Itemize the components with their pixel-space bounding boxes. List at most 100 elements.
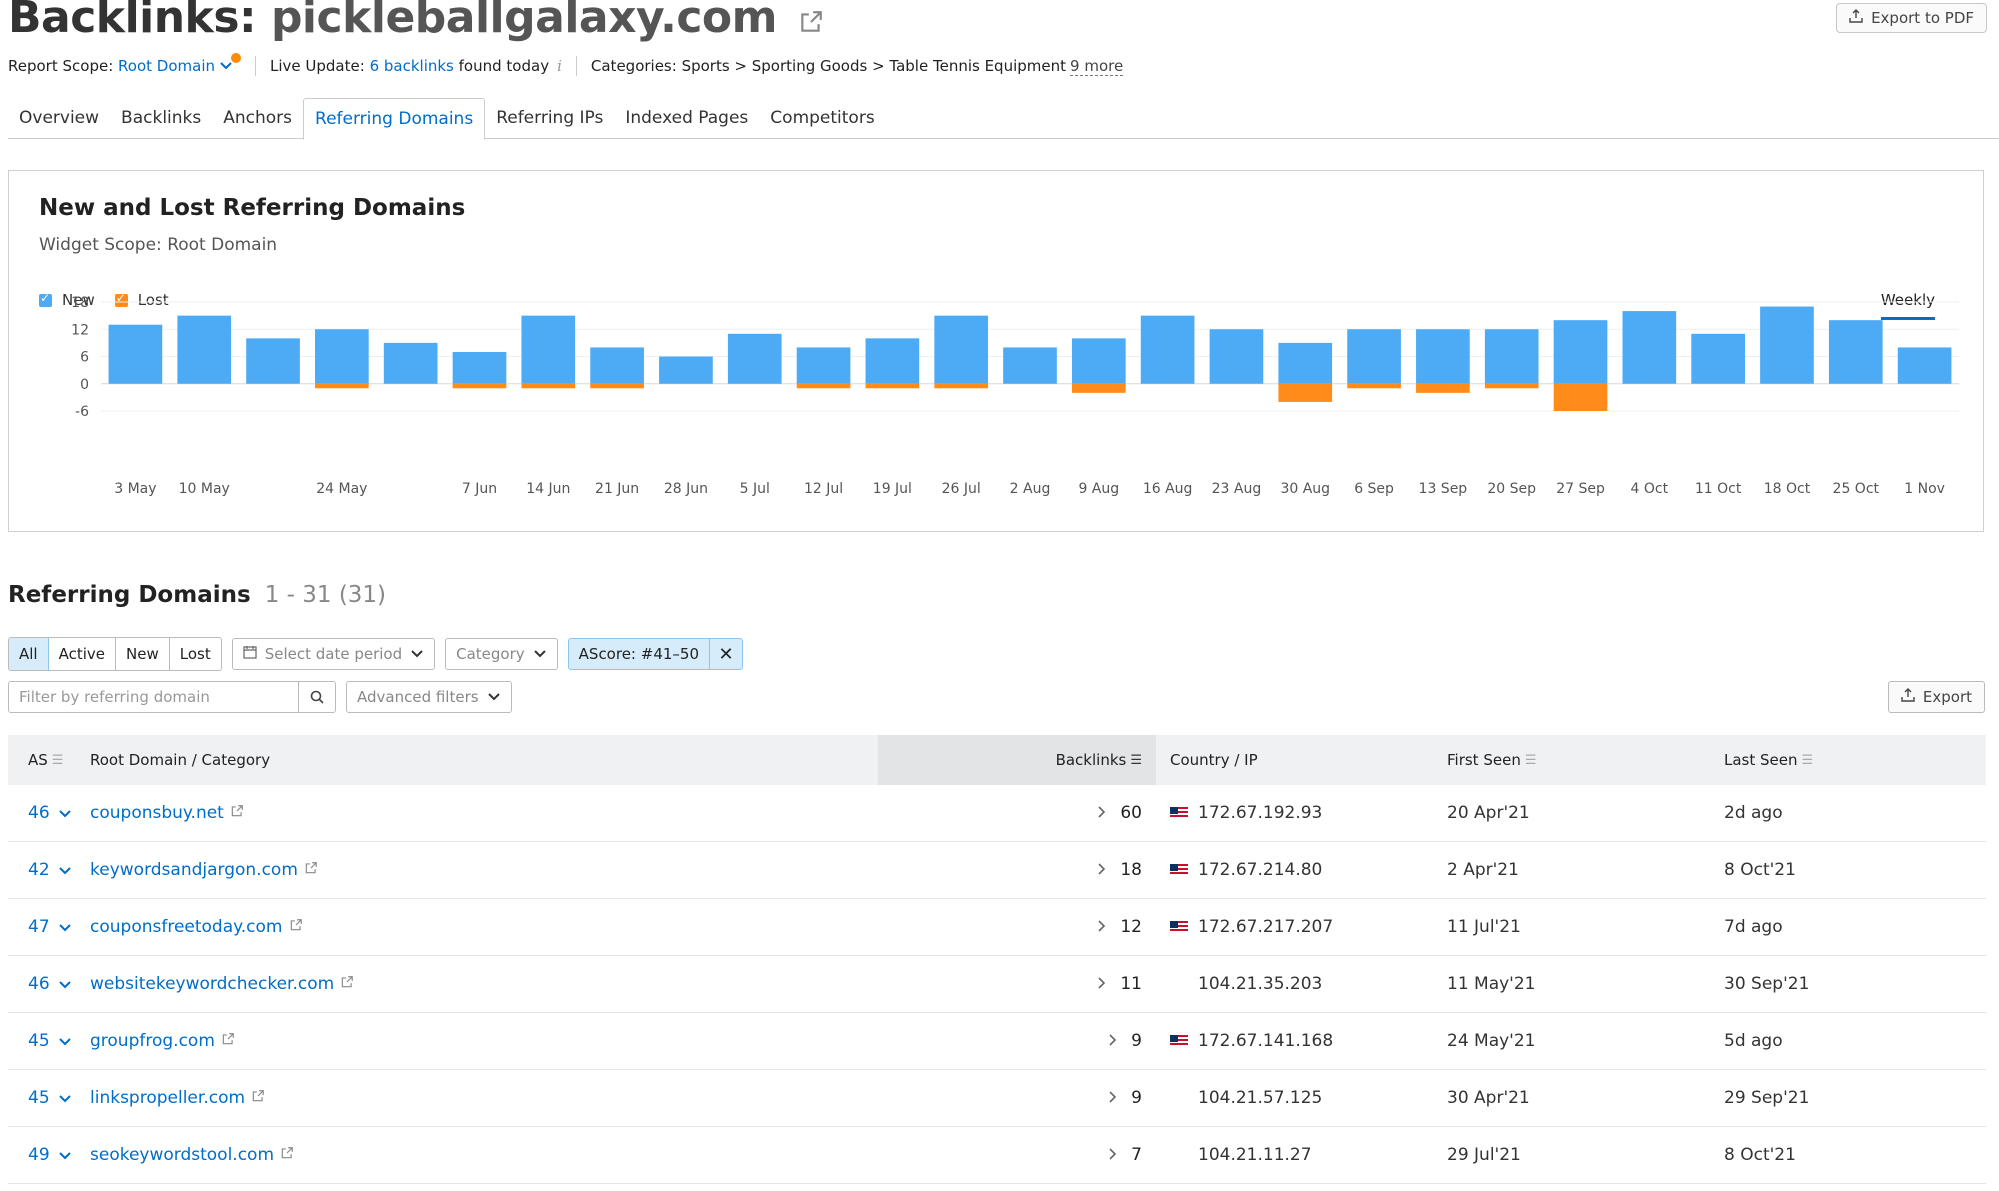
tab-referring-domains[interactable]: Referring Domains: [303, 98, 486, 140]
bar-new[interactable]: [315, 329, 369, 384]
bar-new[interactable]: [1760, 306, 1814, 384]
chevron-down-icon[interactable]: [56, 807, 72, 821]
category-dropdown[interactable]: Category: [445, 638, 558, 670]
bar-new[interactable]: [1347, 329, 1401, 384]
bar-lost[interactable]: [865, 383, 920, 389]
chevron-down-icon[interactable]: [56, 1035, 72, 1049]
info-icon[interactable]: i: [557, 57, 562, 75]
bar-new[interactable]: [727, 333, 782, 384]
bar-new[interactable]: [383, 342, 438, 384]
authority-score[interactable]: 47: [8, 917, 78, 937]
domain-link[interactable]: websitekeywordchecker.com: [90, 974, 334, 994]
sort-icon[interactable]: ☰: [1130, 753, 1142, 768]
chevron-down-icon[interactable]: [56, 921, 72, 935]
bar-new[interactable]: [177, 315, 232, 384]
external-link-icon[interactable]: [221, 1031, 235, 1051]
bar-lost[interactable]: [315, 383, 369, 389]
bar-new[interactable]: [108, 324, 163, 384]
target-domain[interactable]: pickleballgalaxy.com: [271, 0, 778, 43]
chevron-down-icon[interactable]: [56, 864, 72, 878]
column-first-seen[interactable]: First Seen ☰: [1433, 735, 1710, 785]
external-link-icon[interactable]: [289, 917, 303, 937]
bar-lost[interactable]: [590, 383, 644, 389]
bar-lost[interactable]: [521, 383, 576, 389]
report-scope-dropdown[interactable]: Root Domain: [118, 57, 215, 75]
chevron-right-icon[interactable]: [1098, 804, 1106, 822]
bar-new[interactable]: [1897, 347, 1952, 384]
bar-new[interactable]: [1140, 315, 1195, 384]
domain-filter-input[interactable]: Filter by referring domain: [8, 681, 336, 713]
authority-score[interactable]: 45: [8, 1088, 78, 1108]
authority-score[interactable]: 49: [8, 1145, 78, 1165]
chevron-right-icon[interactable]: [1109, 1089, 1117, 1107]
bar-lost[interactable]: [1278, 383, 1333, 402]
external-link-icon[interactable]: [340, 974, 354, 994]
tab-competitors[interactable]: Competitors: [759, 98, 885, 138]
filter-all-button[interactable]: All: [9, 638, 49, 670]
search-icon[interactable]: [298, 682, 335, 712]
column-last-seen[interactable]: Last Seen ☰: [1710, 735, 1986, 785]
bar-lost[interactable]: [1416, 383, 1470, 393]
external-link-icon[interactable]: [251, 1088, 265, 1108]
bar-new[interactable]: [590, 347, 644, 384]
external-link-icon[interactable]: [798, 0, 824, 46]
close-icon[interactable]: ✕: [710, 644, 742, 665]
bar-new[interactable]: [865, 338, 920, 384]
sort-icon[interactable]: ☰: [52, 753, 64, 768]
date-period-dropdown[interactable]: Select date period: [231, 638, 436, 670]
tab-overview[interactable]: Overview: [8, 98, 110, 138]
sort-icon[interactable]: ☰: [1525, 753, 1537, 768]
authority-score[interactable]: 46: [8, 974, 78, 994]
bar-new[interactable]: [796, 347, 851, 384]
sort-icon[interactable]: ☰: [1802, 753, 1814, 768]
domain-link[interactable]: groupfrog.com: [90, 1031, 215, 1051]
backlinks-cell[interactable]: 9: [878, 1031, 1156, 1051]
bar-lost[interactable]: [1071, 383, 1126, 393]
bar-new[interactable]: [1484, 329, 1539, 384]
bar-new[interactable]: [521, 315, 576, 384]
bar-lost[interactable]: [452, 383, 507, 389]
domain-link[interactable]: couponsbuy.net: [90, 803, 224, 823]
backlinks-cell[interactable]: 9: [878, 1088, 1156, 1108]
tab-referring-ips[interactable]: Referring IPs: [485, 98, 614, 138]
advanced-filters-dropdown[interactable]: Advanced filters: [346, 681, 512, 713]
bar-lost[interactable]: [934, 383, 989, 389]
backlinks-cell[interactable]: 18: [878, 860, 1156, 880]
tab-backlinks[interactable]: Backlinks: [110, 98, 212, 138]
ascore-filter-chip[interactable]: AScore: #41–50 ✕: [567, 638, 743, 670]
external-link-icon[interactable]: [304, 860, 318, 880]
domain-link[interactable]: linkspropeller.com: [90, 1088, 245, 1108]
tab-indexed-pages[interactable]: Indexed Pages: [614, 98, 759, 138]
domain-link[interactable]: couponsfreetoday.com: [90, 917, 283, 937]
bar-new[interactable]: [659, 356, 713, 384]
backlinks-cell[interactable]: 11: [878, 974, 1156, 994]
filter-new-button[interactable]: New: [116, 638, 170, 670]
bar-new[interactable]: [1691, 333, 1745, 384]
chevron-right-icon[interactable]: [1098, 861, 1106, 879]
bar-new[interactable]: [1553, 320, 1608, 384]
chevron-down-icon[interactable]: [56, 978, 72, 992]
domain-link[interactable]: keywordsandjargon.com: [90, 860, 298, 880]
bar-new[interactable]: [934, 315, 989, 384]
filter-lost-button[interactable]: Lost: [170, 638, 221, 670]
filter-active-button[interactable]: Active: [49, 638, 117, 670]
external-link-icon[interactable]: [280, 1145, 294, 1165]
export-pdf-button[interactable]: Export to PDF: [1836, 3, 1987, 33]
domain-link[interactable]: seokeywordstool.com: [90, 1145, 274, 1165]
categories-more-link[interactable]: 9 more: [1070, 57, 1124, 76]
chevron-down-icon[interactable]: [56, 1149, 72, 1163]
bar-lost[interactable]: [1484, 383, 1539, 389]
chevron-down-icon[interactable]: [56, 1092, 72, 1106]
export-button[interactable]: Export: [1887, 681, 1985, 713]
bar-new[interactable]: [1828, 320, 1883, 384]
bar-new[interactable]: [1622, 311, 1677, 384]
column-backlinks[interactable]: Backlinks ☰: [878, 735, 1156, 785]
chevron-right-icon[interactable]: [1109, 1146, 1117, 1164]
external-link-icon[interactable]: [230, 803, 244, 823]
authority-score[interactable]: 45: [8, 1031, 78, 1051]
bar-new[interactable]: [1003, 347, 1057, 384]
bar-new[interactable]: [1209, 329, 1264, 384]
bar-lost[interactable]: [1553, 383, 1608, 411]
chevron-right-icon[interactable]: [1109, 1032, 1117, 1050]
chevron-right-icon[interactable]: [1098, 975, 1106, 993]
